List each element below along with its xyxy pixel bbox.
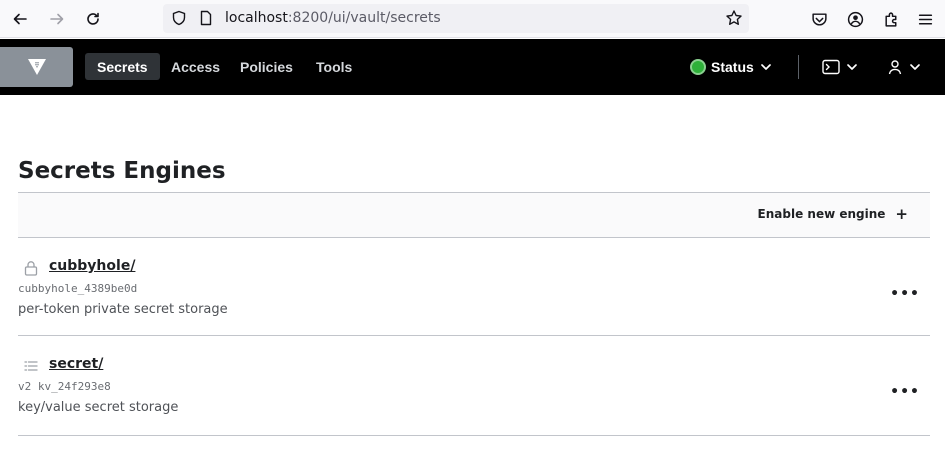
nav-access[interactable]: Access (159, 53, 232, 80)
status-label: Status (711, 59, 754, 75)
nav-policies[interactable]: Policies (228, 53, 305, 80)
list-icon (24, 361, 38, 371)
url-text[interactable]: localhost:8200/ui/vault/secrets (225, 10, 441, 26)
secrets-toolbar: Enable new engine + (18, 192, 930, 238)
engine-accessor: cubbyhole_4389be0d (18, 282, 138, 295)
menu-button[interactable] (915, 9, 935, 29)
engine-link[interactable]: secret/ (49, 356, 103, 372)
puzzle-icon (884, 11, 896, 27)
reload-icon (87, 12, 99, 25)
enable-new-engine-button[interactable]: Enable new engine + (757, 205, 908, 223)
enable-new-engine-label: Enable new engine (757, 207, 886, 221)
vault-triangle-icon (27, 59, 46, 75)
engine-description: key/value secret storage (18, 400, 179, 415)
pocket-icon (811, 12, 827, 26)
list-item[interactable]: secret/ v2 kv_24f293e8 key/value secret … (18, 336, 930, 436)
bookmark-star-icon[interactable] (725, 9, 743, 27)
chevron-down-icon (847, 64, 857, 70)
url-host: localhost (225, 10, 288, 26)
engine-description: per-token private secret storage (18, 302, 228, 317)
account-button[interactable] (845, 9, 865, 29)
vault-header: Secrets Access Policies Tools Status (0, 39, 945, 95)
hamburger-icon (918, 13, 932, 25)
account-icon (847, 11, 863, 27)
terminal-icon (822, 59, 840, 75)
arrow-right-icon (50, 13, 64, 25)
lock-icon (24, 261, 38, 276)
nav-tools[interactable]: Tools (304, 53, 364, 80)
page-title: Secrets Engines (18, 158, 226, 184)
user-menu-button[interactable] (887, 59, 921, 75)
forward-button[interactable] (46, 8, 68, 30)
status-menu-button[interactable]: Status (690, 57, 772, 77)
user-icon (888, 60, 902, 75)
chevron-down-icon (910, 64, 920, 70)
arrow-left-icon (13, 13, 27, 25)
plus-icon: + (895, 205, 908, 223)
reload-button[interactable] (82, 8, 104, 30)
pocket-button[interactable] (809, 9, 829, 29)
back-button[interactable] (9, 8, 31, 30)
more-actions-button[interactable]: ••• (890, 384, 920, 400)
address-bar[interactable]: localhost:8200/ui/vault/secrets (163, 4, 749, 33)
nav-divider (798, 55, 799, 79)
nav-secrets[interactable]: Secrets (85, 53, 160, 80)
url-path: :8200/ui/vault/secrets (287, 10, 441, 26)
browser-toolbar: localhost:8200/ui/vault/secrets (0, 0, 945, 38)
more-actions-button[interactable]: ••• (890, 286, 920, 302)
extensions-button[interactable] (881, 9, 901, 29)
chevron-down-icon (760, 64, 771, 70)
page-icon[interactable] (198, 10, 214, 26)
shield-icon[interactable] (171, 10, 187, 26)
console-menu-button[interactable] (822, 59, 858, 75)
list-item[interactable]: cubbyhole/ cubbyhole_4389be0d per-token … (18, 238, 930, 336)
engine-accessor: v2 kv_24f293e8 (18, 380, 111, 393)
engine-link[interactable]: cubbyhole/ (49, 258, 135, 274)
status-ok-icon (690, 59, 706, 75)
vault-logo[interactable] (0, 47, 73, 87)
